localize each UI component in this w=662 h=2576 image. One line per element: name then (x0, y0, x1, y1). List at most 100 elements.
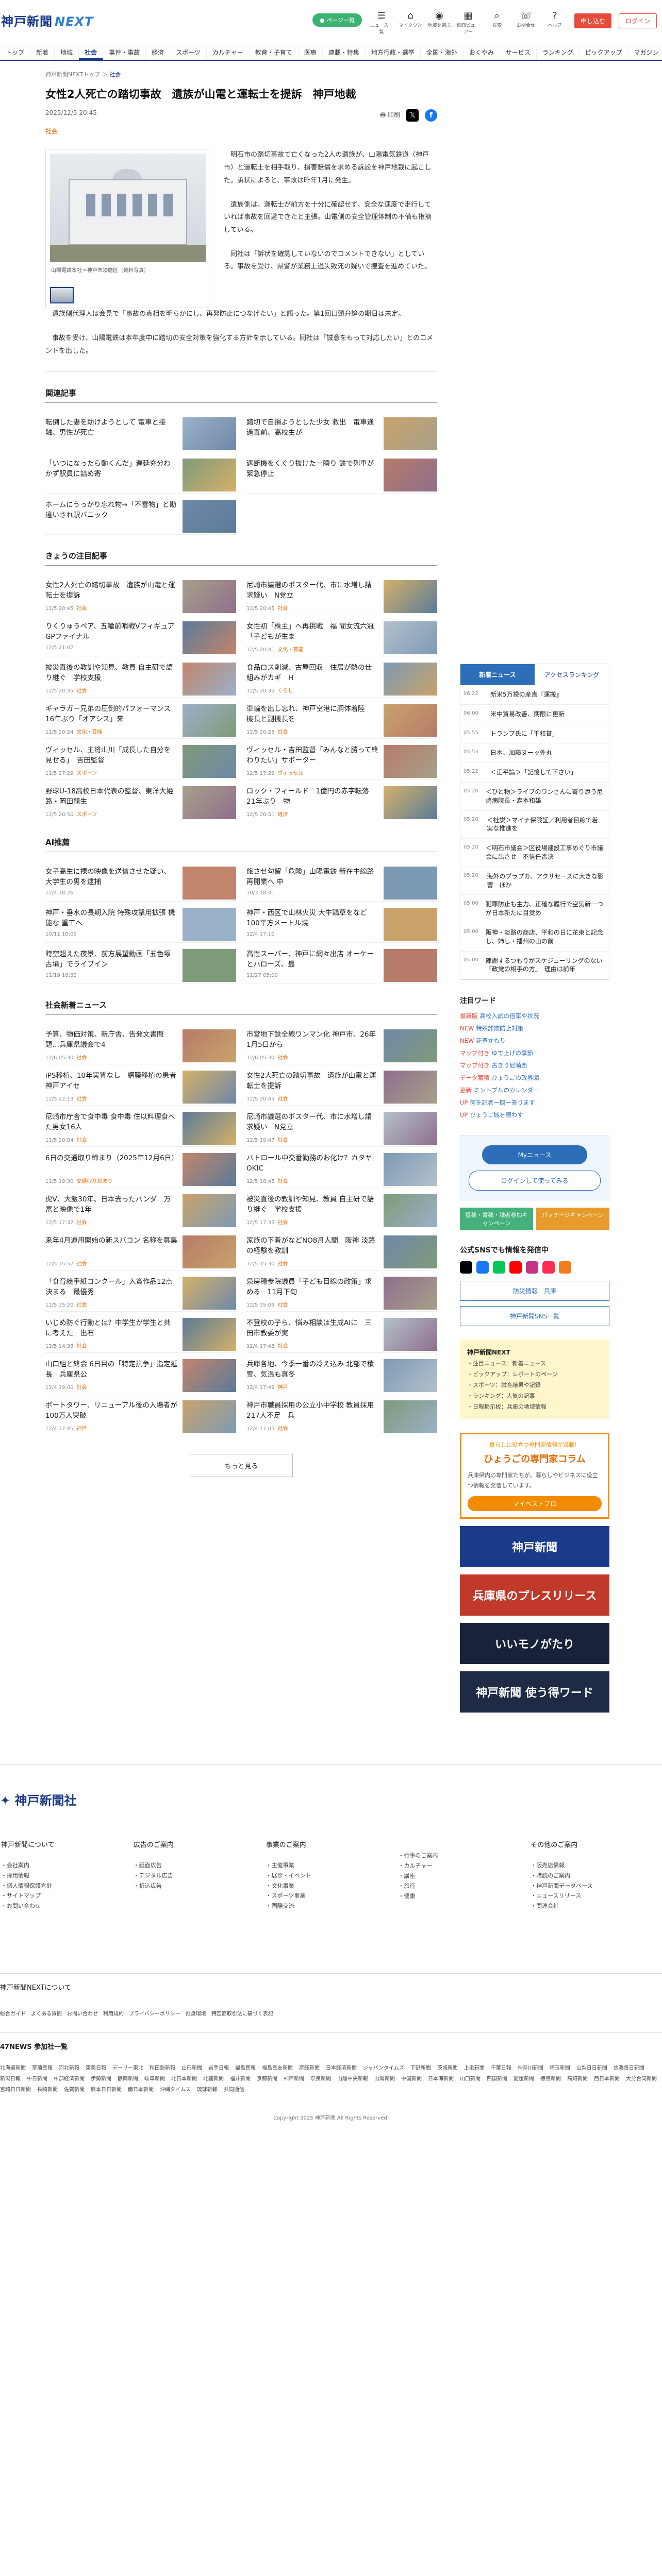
news-card-tag[interactable]: 社会 (76, 1096, 87, 1102)
footer-47news-link[interactable]: 岩手日報 (208, 2063, 229, 2071)
footer-link[interactable]: ・スポーツ事業 (266, 1891, 398, 1901)
news-list-item[interactable]: 05:55 トランプ氏に「平和賞」 (460, 724, 609, 744)
rss-icon[interactable] (559, 1261, 571, 1274)
news-card-image[interactable] (183, 1400, 236, 1433)
news-card-tag[interactable]: 社会 (76, 1385, 87, 1391)
news-card[interactable]: 予算、物価対策、新庁舎、告発文書問題…兵庫県議会で4 12/6 05:30 社会 (45, 1023, 236, 1064)
header-tool[interactable]: ? ヘルプ (542, 10, 567, 35)
nav-item[interactable]: 医療 (299, 48, 323, 60)
news-card-image[interactable] (384, 1276, 437, 1310)
news-list-item[interactable]: 05:20 ＜明石市議会＞区役場建設工事めぐり市議会に出させ 不信任否決 (460, 839, 609, 867)
news-card-image[interactable] (384, 786, 437, 819)
news-card-headline[interactable]: 尼崎市議選のポスター代、市に水増し請求疑い N党立 (246, 1112, 378, 1133)
news-card-tag[interactable]: 社会 (277, 1055, 288, 1061)
x-icon[interactable] (460, 1261, 472, 1274)
footer-mini-link[interactable]: よくある質問 (31, 2009, 62, 2017)
news-card-headline[interactable]: 女性2人死亡の踏切事故 遺族が山電と運転士を提訴 (246, 1071, 378, 1092)
footer-47news-link[interactable]: 信濃毎日新聞 (614, 2063, 644, 2071)
news-card-headline[interactable]: 時空超えた夜景、前方展望動画「五色塚古墳」でライブイン (45, 949, 177, 971)
news-card-image[interactable] (384, 703, 437, 737)
footer-47news-link[interactable]: 佐賀新聞 (64, 2085, 85, 2093)
nav-item[interactable]: 連載・特集 (323, 48, 366, 60)
footer-link[interactable]: ・個人情報保護方針 (1, 1881, 133, 1891)
news-card-headline[interactable]: 「いつになったら動くんだ」遅延充分わかず駅員に詰め寄 (45, 459, 177, 480)
footer-47news-link[interactable]: 西日本新聞 (594, 2074, 620, 2082)
news-card-image[interactable] (384, 1194, 437, 1227)
news-card-tag[interactable]: 神戸 (76, 1426, 87, 1432)
news-card-headline[interactable]: 家族の下着がなどNO8月人間 阪神 淡路の経験を教訓 (246, 1235, 378, 1257)
news-list-item[interactable]: 05:00 陳謝するつもりがスケジューリングのない 「政党の相手の方」 理由は前年 (460, 952, 609, 980)
news-list-item[interactable]: 05:53 日本、加藤ヌーッ外丸 (460, 743, 609, 764)
guide-item[interactable]: ・ピックアップ：レポートのページ (467, 1369, 602, 1380)
news-card-image[interactable] (384, 1070, 437, 1104)
footer-link[interactable]: ・展示・イベント (266, 1871, 398, 1881)
news-card[interactable]: パトロール中交番勤務のお化け？カタヤOKIC 12/5 18:45 社会 (246, 1147, 437, 1188)
x-share-icon[interactable]: 𝕏 (406, 109, 419, 122)
footer-link[interactable]: ・紙面広告 (134, 1860, 265, 1871)
footer-link[interactable]: ・神戸新聞データベース (531, 1881, 662, 1891)
footer-47news-link[interactable]: 新潟日報 (0, 2074, 21, 2082)
news-card-headline[interactable]: 旅させ勾留「危険」山陽電鉄 新在中線路再開業へ 中 (246, 867, 378, 888)
footer-47news-link[interactable]: 山陽新聞 (374, 2074, 395, 2082)
guide-item[interactable]: ・スポーツ：試合結果や記録 (467, 1380, 602, 1391)
news-card-headline[interactable]: 野球U-18高校日本代表の監督、東洋大姫路・岡田龍生 (45, 786, 177, 808)
guide-item[interactable]: ・ランキング：人気の記事 (467, 1391, 602, 1402)
nav-item[interactable]: 教育・子育て (250, 48, 299, 60)
news-card-headline[interactable]: 山口組と終会 6日目の「特定抗争」指定延長 兵庫県公 (45, 1359, 177, 1381)
facebook-share-icon[interactable]: f (425, 109, 437, 122)
footer-47news-link[interactable]: 中国新聞 (401, 2074, 422, 2082)
footer-link[interactable]: ・行事のご案内 (398, 1851, 529, 1861)
trending-word[interactable]: 最新版 高校入試の倍率や状況 (460, 1010, 609, 1022)
mybestpro-button[interactable]: マイベストプロ (468, 1496, 602, 1511)
news-card-headline[interactable]: いじめ防ぐ行動とは？中学生が学生と共に考えた 出石 (45, 1318, 177, 1340)
nav-item[interactable]: 事件・事故 (103, 48, 146, 60)
news-card[interactable]: 女子高生に裸の映像を送信させた疑い、大学生の男を逮捕 12/4 18:26 (45, 860, 236, 902)
guide-item[interactable]: ・日報掲示板：兵庫の地域情報 (467, 1402, 602, 1413)
news-card-tag[interactable]: 経済 (277, 812, 288, 818)
footer-link[interactable]: ・国際交流 (266, 1901, 398, 1911)
footer-47news-link[interactable]: 大分合同新聞 (626, 2074, 657, 2082)
news-card-image[interactable] (384, 580, 437, 613)
news-card-headline[interactable]: ヴィッセル、主将山川「成長した自分を見せる」 吉田監督 (45, 745, 177, 767)
article-category[interactable]: 社会 (45, 127, 437, 135)
news-card-tag[interactable]: 社会 (76, 606, 87, 612)
nav-item[interactable]: 新着 (30, 48, 55, 60)
news-card-image[interactable] (183, 1153, 236, 1186)
news-card-image[interactable] (183, 744, 236, 778)
nav-item[interactable]: おくやみ (464, 48, 500, 60)
footer-47news-link[interactable]: 山梨日日新聞 (576, 2063, 607, 2071)
footer-link[interactable]: ・主催事業 (266, 1860, 398, 1871)
news-card-tag[interactable]: 社会 (277, 1220, 288, 1226)
news-card[interactable]: 山口組と終会 6日目の「特定抗争」指定延長 兵庫県公 12/4 19:00 社会 (45, 1353, 236, 1394)
news-card[interactable]: 被災直後の教訓や知見、教員 自主研で語り継ぐ 学校支援 12/5 17:35 社会 (246, 1188, 437, 1229)
news-list-item[interactable]: 06:22 新米5万袋の産直『運搬』 (460, 685, 609, 705)
news-card-image[interactable] (183, 1070, 236, 1104)
news-card[interactable]: 遮断機をくぐり抜けた一瞬り 鉄で列車が緊急停止 (246, 452, 437, 494)
nav-item[interactable]: 全国・海外 (421, 48, 464, 60)
news-card-image[interactable] (183, 1359, 236, 1392)
footer-link[interactable]: ・旅行 (398, 1881, 529, 1891)
news-card-image[interactable] (183, 866, 236, 900)
news-card-tag[interactable]: 社会 (76, 688, 87, 694)
news-card[interactable]: りくりゅうペア、五輪前哨戦Vフィギュア GPファイナル 12/5 21:07 (45, 615, 236, 656)
footer-47news-link[interactable]: 茨城新聞 (437, 2063, 458, 2071)
news-card[interactable]: 踏切で自損ようとした少女 救出 電車通過直前、高校生が (246, 411, 437, 452)
nav-item[interactable]: サービス (500, 48, 537, 60)
header-tool[interactable]: ◉ 地域を選ぶ (427, 10, 452, 35)
news-card[interactable]: 来年4月運用開始の新スバコン 名称を募集 12/5 15:57 社会 (45, 1229, 236, 1270)
footer-47news-link[interactable]: 日本海新聞 (428, 2074, 454, 2082)
news-card-headline[interactable]: 神戸・西区で山林火災 大牛鶏草をなど100平方メートル焼 (246, 908, 378, 929)
footer-47news-link[interactable]: 中日新聞 (27, 2074, 47, 2082)
news-card[interactable]: 女性2人死亡の踏切事故 遺族が山電と運転士を提訴 12/5 20:45 社会 (45, 574, 236, 615)
reader-campaign-link[interactable]: 投稿・寄稿・読者参加キャンペーン (460, 1208, 533, 1231)
footer-47news-link[interactable]: 室蘭民報 (32, 2063, 53, 2071)
nav-item[interactable]: ピックアップ (580, 48, 628, 60)
trending-word[interactable]: UP 何を記者一問一答ります (460, 1096, 609, 1109)
footer-link[interactable]: ・デジタル広告 (134, 1871, 265, 1881)
news-card[interactable]: 神戸市職員採用の公立小中学校 教員採用217人不足 兵 12/4 17:05 社会 (246, 1394, 437, 1435)
header-tool[interactable]: ☰ ニュース一覧 (369, 10, 394, 35)
news-card[interactable]: 女性初「株主」へ再挑戦 福 聞女流六冠「子どもが生ま 12/5 20:41 文化・芸… (246, 615, 437, 656)
news-card[interactable]: 6日の交通取り締まり（2025年12月6日） 12/5 19:30 交通取り締まり (45, 1147, 236, 1188)
print-button[interactable]: 🖶 印刷 (380, 110, 400, 121)
news-card-image[interactable] (384, 1153, 437, 1186)
